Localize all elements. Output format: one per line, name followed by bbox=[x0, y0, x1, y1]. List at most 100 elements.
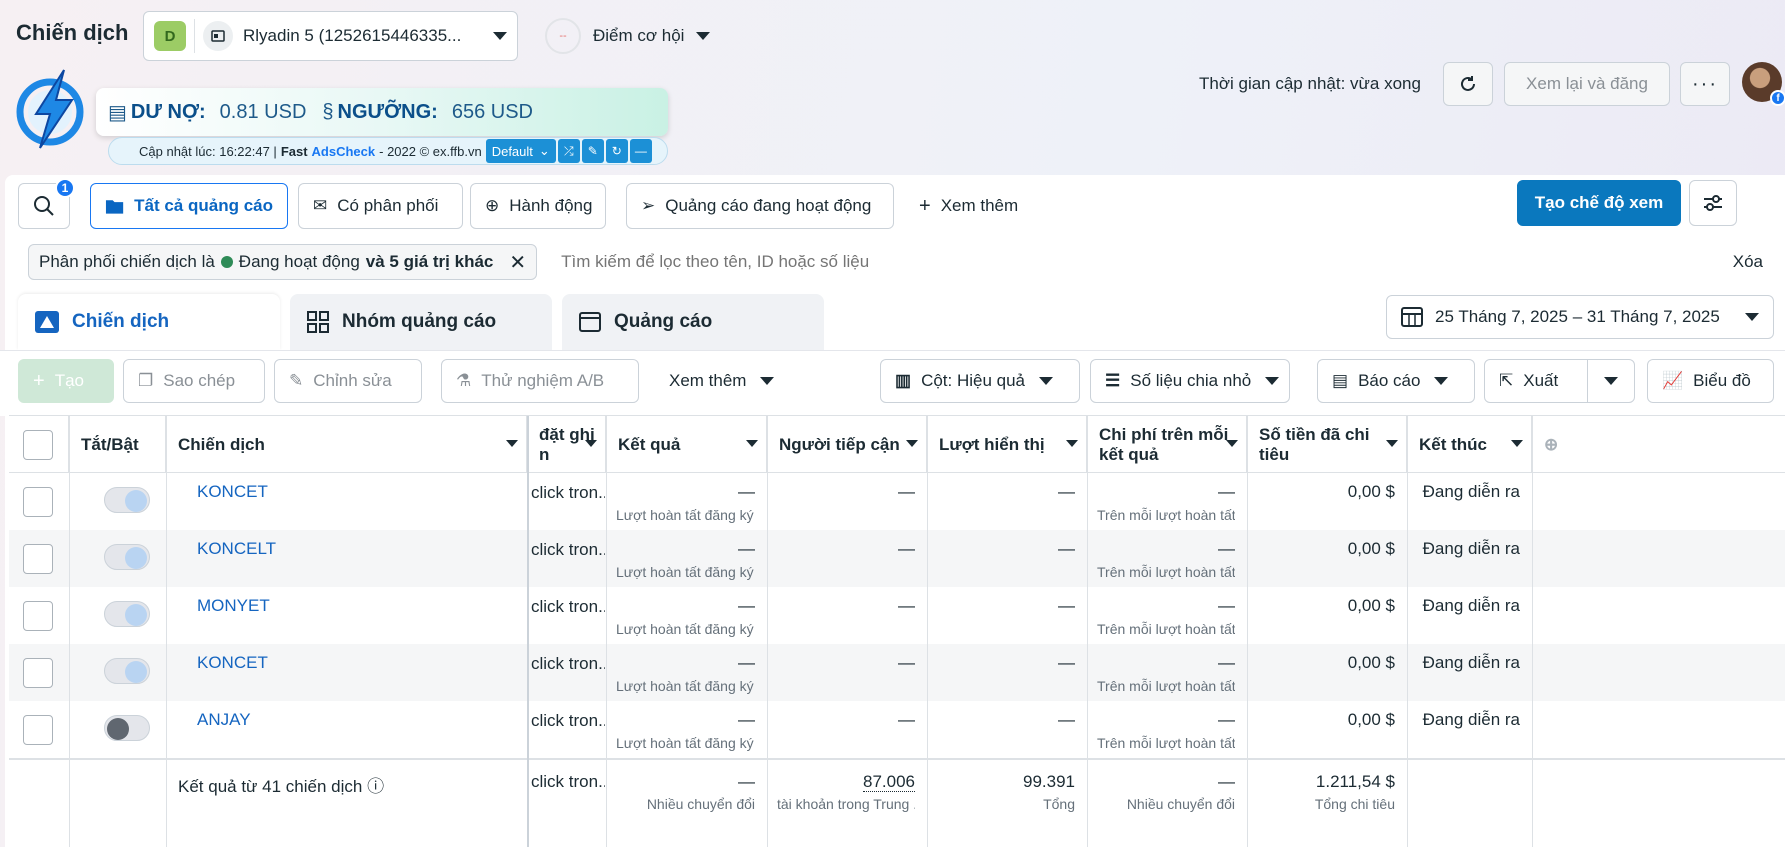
sort-caret-icon[interactable] bbox=[1066, 440, 1078, 447]
header-attribution[interactable]: đặt ghi n bbox=[527, 416, 606, 473]
close-icon[interactable]: ✕ bbox=[509, 250, 526, 275]
filter-bar: Phân phối chiến dịch là Đang hoạt động v… bbox=[18, 240, 1783, 284]
campaign-toggle[interactable] bbox=[104, 715, 150, 741]
document-icon: ▤ bbox=[108, 101, 127, 124]
flask-icon: ⚗ bbox=[456, 371, 472, 390]
result-type: Lượt hoàn tất đăng ký ... bbox=[616, 678, 755, 694]
impressions-value: — bbox=[1058, 539, 1075, 558]
row-checkbox[interactable] bbox=[23, 715, 53, 745]
account-selector[interactable]: D Rlyadin 5 (1252615446335... bbox=[143, 11, 518, 61]
breakdown-button[interactable]: ☰ Số liệu chia nhỏ bbox=[1090, 359, 1290, 403]
see-more-filters-button[interactable]: + Xem thêm bbox=[905, 183, 1032, 229]
header-toggle[interactable]: Tắt/Bật bbox=[69, 416, 166, 473]
search-button[interactable]: 1 bbox=[18, 178, 75, 229]
opportunity-score-ring: -- bbox=[545, 18, 581, 54]
avatar[interactable]: f bbox=[1742, 62, 1785, 106]
impressions-value: — bbox=[1058, 653, 1075, 672]
chevron-down-icon bbox=[760, 377, 775, 385]
summary-label: Kết quả từ 41 chiến dịch ⓘ bbox=[178, 772, 384, 797]
reports-button[interactable]: ▤ Báo cáo bbox=[1317, 359, 1475, 403]
opportunity-score[interactable]: -- Điểm cơ hội bbox=[545, 18, 711, 54]
shuffle-icon[interactable]: ⤮ bbox=[557, 139, 580, 163]
ab-test-button[interactable]: ⚗ Thử nghiệm A/B bbox=[441, 359, 639, 403]
result-type: Lượt hoàn tất đăng ký ... bbox=[616, 621, 755, 637]
dollar-doc-icon: § bbox=[322, 100, 334, 123]
header-reach[interactable]: Người tiếp cận bbox=[767, 416, 927, 473]
header-impressions[interactable]: Lượt hiển thị bbox=[927, 416, 1087, 473]
profile-dropdown[interactable]: Default ⌄ bbox=[485, 139, 556, 163]
header-cost-per-result[interactable]: Chi phí trên mỗi kết quả bbox=[1087, 416, 1247, 473]
row-checkbox[interactable] bbox=[23, 601, 53, 631]
export-button[interactable]: ⇱ Xuất bbox=[1484, 359, 1588, 403]
row-checkbox[interactable] bbox=[23, 544, 53, 574]
date-range-picker[interactable]: 25 Tháng 7, 2025 – 31 Tháng 7, 2025 bbox=[1386, 295, 1774, 339]
export-dropdown-button[interactable] bbox=[1587, 359, 1635, 403]
row-checkbox[interactable] bbox=[23, 487, 53, 517]
opportunity-label: Điểm cơ hội bbox=[593, 26, 685, 45]
refresh-button[interactable] bbox=[1443, 62, 1493, 106]
campaign-toggle[interactable] bbox=[104, 658, 150, 684]
export-label: Xuất bbox=[1523, 371, 1559, 390]
sort-caret-icon[interactable] bbox=[506, 440, 518, 447]
columns-button[interactable]: ▥ Cột: Hiệu quả bbox=[880, 359, 1080, 403]
edit-label: Chỉnh sửa bbox=[313, 371, 392, 390]
delivery-filter-button[interactable]: ✉ Có phân phối bbox=[298, 183, 463, 229]
header-ends[interactable]: Kết thúc bbox=[1407, 416, 1532, 473]
actions-filter-button[interactable]: ⊕ Hành động bbox=[470, 183, 606, 229]
table-row: ANJAY click tron... — Lượt hoàn tất đăng ký… bbox=[9, 701, 1785, 758]
tab-campaigns[interactable]: Chiến dịch bbox=[18, 294, 280, 350]
sort-caret-icon[interactable] bbox=[1226, 440, 1238, 447]
chevron-down-icon bbox=[1039, 377, 1054, 385]
tab-ad-sets[interactable]: Nhóm quảng cáo bbox=[290, 294, 552, 350]
add-column-icon[interactable]: ⊕ bbox=[1532, 416, 1572, 473]
campaign-name-link[interactable]: KONCELT bbox=[197, 539, 276, 559]
tab-ads[interactable]: Quảng cáo bbox=[562, 294, 824, 350]
clear-filters-link[interactable]: Xóa bbox=[1733, 252, 1763, 272]
campaign-toggle[interactable] bbox=[104, 601, 150, 627]
active-filter-chip[interactable]: Phân phối chiến dịch là Đang hoạt động v… bbox=[28, 244, 538, 280]
search-input[interactable] bbox=[561, 252, 1733, 272]
header-amount-spent[interactable]: Số tiền đã chi tiêu bbox=[1247, 416, 1407, 473]
sort-caret-icon[interactable] bbox=[906, 440, 918, 447]
sort-caret-icon[interactable] bbox=[746, 440, 758, 447]
sort-caret-icon[interactable] bbox=[1386, 440, 1398, 447]
edit-icon[interactable]: ✎ bbox=[581, 139, 604, 163]
campaign-name-link[interactable]: KONCET bbox=[197, 653, 268, 673]
account-id-icon bbox=[203, 21, 233, 51]
sort-caret-icon[interactable] bbox=[585, 440, 597, 447]
campaign-toggle[interactable] bbox=[104, 544, 150, 570]
amount-spent-value: 0,00 $ bbox=[1347, 710, 1395, 729]
view-settings-button[interactable] bbox=[1689, 180, 1737, 226]
info-icon[interactable]: ⓘ bbox=[362, 777, 384, 796]
copy-button[interactable]: ❐ Sao chép bbox=[123, 359, 265, 403]
campaign-name-link[interactable]: MONYET bbox=[197, 596, 270, 616]
sort-caret-icon[interactable] bbox=[1511, 440, 1523, 447]
active-ads-button[interactable]: ➢ Quảng cáo đang hoạt động bbox=[626, 183, 894, 229]
column-divider bbox=[166, 416, 167, 847]
header-impressions-label: Lượt hiển thị bbox=[939, 434, 1045, 454]
header-results[interactable]: Kết quả bbox=[606, 416, 767, 473]
edit-button[interactable]: ✎ Chỉnh sửa bbox=[274, 359, 422, 403]
campaign-toggle[interactable] bbox=[104, 487, 150, 513]
campaign-name-link[interactable]: KONCET bbox=[197, 482, 268, 502]
active-ads-label: Quảng cáo đang hoạt động bbox=[665, 196, 872, 215]
row-checkbox[interactable] bbox=[23, 658, 53, 688]
refresh-icon[interactable]: ↻ bbox=[605, 139, 628, 163]
more-options-button[interactable]: ··· bbox=[1680, 62, 1730, 106]
all-ads-tab[interactable]: Tất cả quảng cáo bbox=[90, 183, 288, 229]
charts-button[interactable]: 📈 Biểu đồ bbox=[1647, 359, 1774, 403]
sliders-icon bbox=[1704, 195, 1722, 211]
select-all-checkbox[interactable] bbox=[23, 430, 53, 460]
more-actions-button[interactable]: Xem thêm bbox=[655, 359, 788, 403]
create-view-button[interactable]: Tạo chế độ xem bbox=[1517, 180, 1681, 226]
filter-prefix: Phân phối chiến dịch là bbox=[39, 252, 215, 271]
review-publish-button[interactable]: Xem lại và đăng bbox=[1504, 62, 1670, 106]
header-campaign[interactable]: Chiến dịch bbox=[166, 416, 527, 473]
minimize-icon[interactable]: — bbox=[629, 139, 652, 163]
create-button[interactable]: + Tạo bbox=[18, 359, 114, 403]
threshold-label: NGƯỠNG: bbox=[337, 100, 438, 123]
amount-spent-value: 0,00 $ bbox=[1347, 539, 1395, 558]
campaign-name-link[interactable]: ANJAY bbox=[197, 710, 251, 730]
header-ends-label: Kết thúc bbox=[1419, 434, 1487, 454]
cost-per-result-type: Trên mỗi lượt hoàn tất... bbox=[1097, 678, 1235, 694]
